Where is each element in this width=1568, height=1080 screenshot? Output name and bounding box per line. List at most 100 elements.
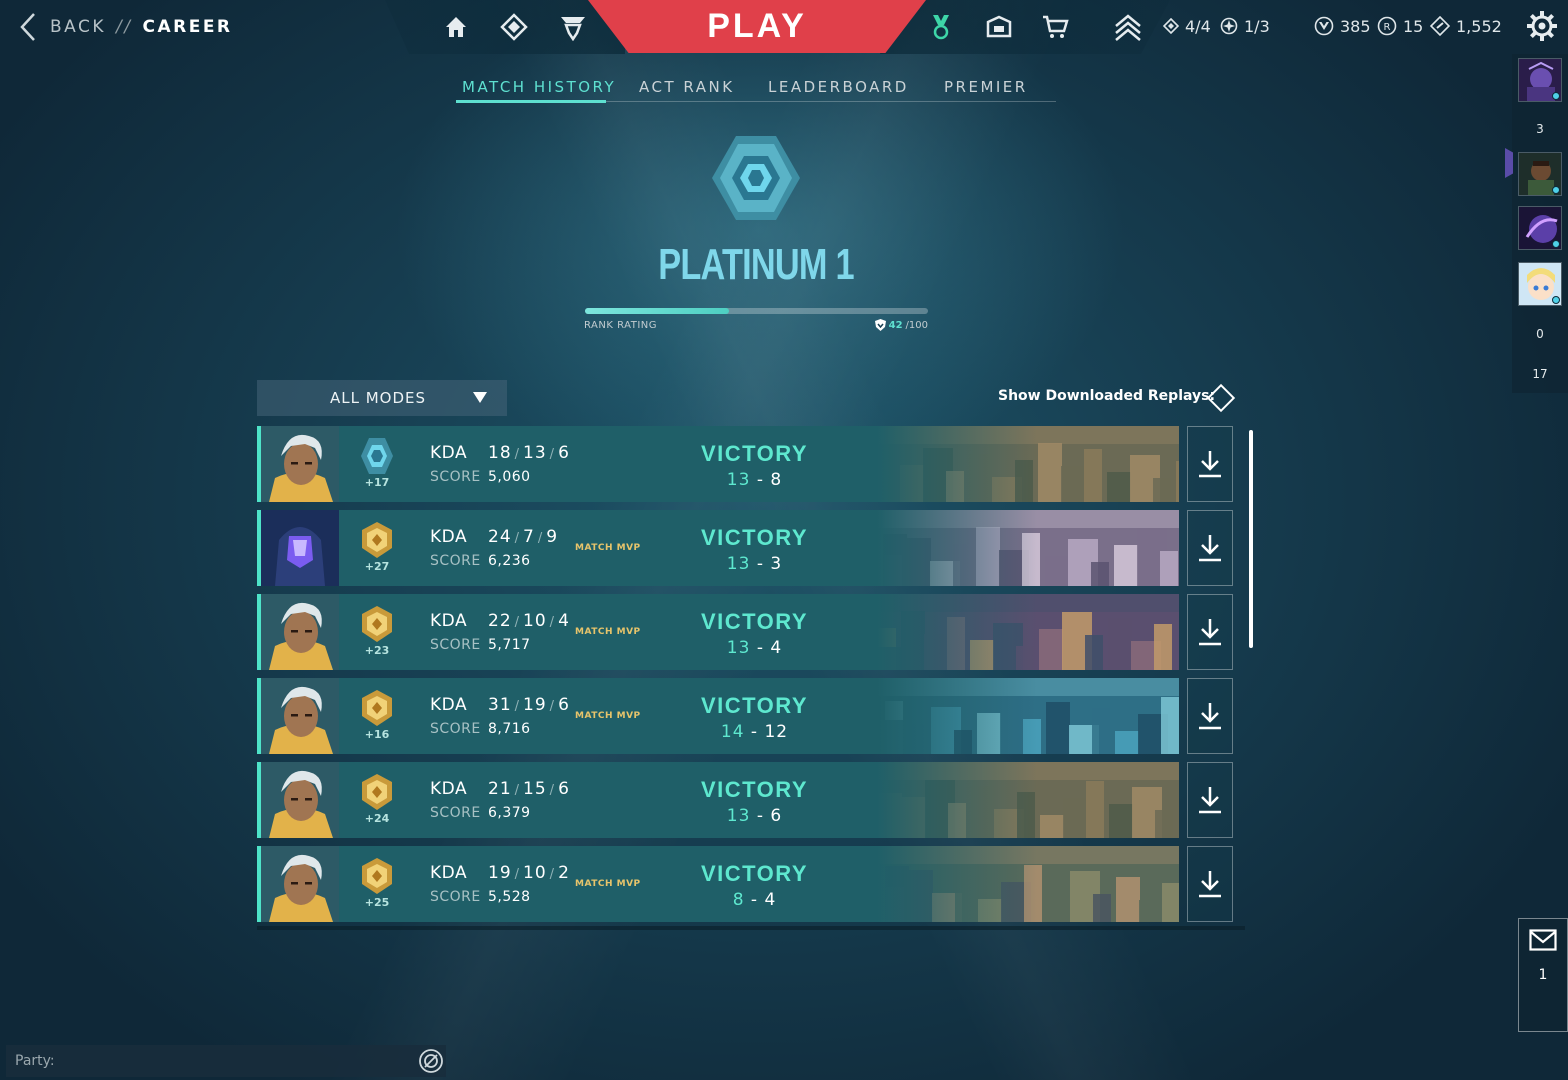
agents-icon[interactable] bbox=[558, 12, 588, 42]
round-score: 14 - 12 bbox=[677, 722, 832, 742]
rank-rating-bar bbox=[585, 308, 928, 314]
round-separator: - bbox=[750, 554, 771, 574]
kda-separator: / bbox=[549, 615, 556, 630]
collection-icon[interactable] bbox=[499, 12, 529, 42]
kda-separator: / bbox=[514, 447, 521, 462]
match-row[interactable]: +17 KDA 18/13/6 SCORE 5,060 VICTORY 13 - 8 bbox=[257, 426, 1179, 502]
missions-counter[interactable]: 4/4 bbox=[1163, 14, 1211, 38]
svg-text:R: R bbox=[1384, 22, 1391, 33]
tab-premier[interactable]: PREMIER bbox=[944, 78, 1028, 96]
kda-value: 21/15/6 bbox=[488, 779, 570, 799]
selected-friend-marker bbox=[1505, 148, 1513, 178]
kda-separator: / bbox=[514, 531, 521, 546]
download-replay-button[interactable] bbox=[1187, 594, 1233, 670]
rounds-won: 13 bbox=[726, 554, 751, 574]
mail-button[interactable]: 1 bbox=[1518, 918, 1568, 1032]
friends-away-count: 0 bbox=[1536, 327, 1544, 341]
valorant-points-value: 385 bbox=[1340, 16, 1371, 36]
match-row[interactable]: +24 KDA 21/15/6 SCORE 6,379 VICTORY 13 - 6 bbox=[257, 762, 1179, 838]
deaths: 10 bbox=[523, 611, 547, 631]
friend-avatar[interactable] bbox=[1518, 262, 1562, 306]
tab-leaderboard[interactable]: LEADERBOARD bbox=[768, 78, 909, 96]
download-replay-button[interactable] bbox=[1187, 678, 1233, 754]
score-value: 5,528 bbox=[488, 889, 531, 905]
download-icon bbox=[1199, 703, 1221, 730]
store-icon[interactable] bbox=[1040, 12, 1070, 42]
friend-avatar[interactable] bbox=[1518, 152, 1562, 196]
rounds-won: 13 bbox=[726, 806, 751, 826]
page-title: CAREER bbox=[142, 17, 233, 37]
career-tabs: MATCH HISTORY ACT RANK LEADERBOARD PREMI… bbox=[456, 74, 1056, 103]
download-icon bbox=[1199, 787, 1221, 814]
kda-label: KDA bbox=[430, 527, 468, 547]
mail-icon bbox=[1529, 929, 1557, 951]
gear-icon[interactable] bbox=[1526, 10, 1558, 42]
chat-toggle-icon[interactable] bbox=[418, 1048, 444, 1074]
round-separator: - bbox=[750, 638, 771, 658]
round-score: 13 - 6 bbox=[677, 806, 832, 826]
kda-label: KDA bbox=[430, 443, 468, 463]
score-label: SCORE bbox=[430, 721, 481, 737]
rank-chevrons-icon[interactable] bbox=[1113, 12, 1143, 42]
assists: 6 bbox=[558, 779, 570, 799]
battlepass-icon[interactable] bbox=[926, 12, 956, 42]
deaths: 15 bbox=[523, 779, 547, 799]
chevron-left-icon bbox=[20, 13, 35, 41]
social-icon[interactable] bbox=[984, 12, 1014, 42]
match-list-scrollbar[interactable] bbox=[1249, 430, 1253, 648]
match-row[interactable]: +27 KDA 24/7/9 SCORE 6,236 MATCH MVP VICTORY 13… bbox=[257, 510, 1179, 586]
agent-portrait-iso bbox=[261, 510, 339, 586]
score-value: 5,717 bbox=[488, 637, 531, 653]
match-mvp-label: MATCH MVP bbox=[575, 711, 641, 721]
rounds-lost: 6 bbox=[770, 806, 783, 826]
match-row[interactable]: +16 KDA 31/19/6 SCORE 8,716 MATCH MVP VICTORY 1… bbox=[257, 678, 1179, 754]
deaths: 19 bbox=[523, 695, 547, 715]
assists: 4 bbox=[558, 611, 570, 631]
radianite-points[interactable]: R 15 bbox=[1377, 14, 1423, 38]
rr-gain: +16 bbox=[364, 728, 390, 741]
download-replay-button[interactable] bbox=[1187, 762, 1233, 838]
assists: 2 bbox=[558, 863, 570, 883]
back-button[interactable]: BACK // CAREER bbox=[18, 10, 233, 44]
kingdom-credits[interactable]: 1,552 bbox=[1430, 14, 1502, 38]
missions-value: 4/4 bbox=[1185, 16, 1211, 36]
friend-avatar[interactable] bbox=[1518, 206, 1562, 250]
top-nav-bar: BACK // CAREER PLAY 4/4 1/3 385 R 15 1,5… bbox=[0, 0, 1557, 54]
online-status-dot bbox=[1552, 240, 1560, 248]
kda-separator: / bbox=[514, 783, 521, 798]
match-row[interactable]: +23 KDA 22/10/4 SCORE 5,717 MATCH MVP VICTORY 1… bbox=[257, 594, 1179, 670]
match-row[interactable]: +25 KDA 19/10/2 SCORE 5,528 MATCH MVP VICTORY 8… bbox=[257, 846, 1179, 922]
weekly-counter[interactable]: 1/3 bbox=[1220, 14, 1270, 38]
download-replay-button[interactable] bbox=[1187, 426, 1233, 502]
valorant-points-icon bbox=[1314, 16, 1334, 36]
modes-dropdown[interactable]: ALL MODES bbox=[257, 380, 507, 416]
weekly-icon bbox=[1220, 17, 1238, 35]
rank-rating-label: RANK RATING bbox=[584, 320, 657, 331]
tab-match-history[interactable]: MATCH HISTORY bbox=[462, 78, 616, 96]
map-fade-overlay bbox=[877, 678, 1037, 754]
agent-portrait-neon bbox=[261, 762, 339, 838]
party-chat-input[interactable]: Party: bbox=[6, 1045, 446, 1077]
play-button[interactable]: PLAY bbox=[588, 0, 926, 53]
download-icon bbox=[1199, 871, 1221, 898]
download-replay-button[interactable] bbox=[1187, 846, 1233, 922]
match-result: VICTORY bbox=[700, 693, 809, 718]
kda-label: KDA bbox=[430, 779, 468, 799]
match-result: VICTORY bbox=[700, 525, 809, 550]
gold-rank-badge-icon bbox=[362, 690, 392, 726]
kda-label: KDA bbox=[430, 695, 468, 715]
map-fade-overlay bbox=[877, 846, 1037, 922]
match-mvp-label: MATCH MVP bbox=[575, 879, 641, 889]
rr-gain: +25 bbox=[364, 896, 390, 909]
valorant-points[interactable]: 385 bbox=[1314, 14, 1371, 38]
download-replay-button[interactable] bbox=[1187, 510, 1233, 586]
rounds-lost: 3 bbox=[770, 554, 783, 574]
tab-act-rank[interactable]: ACT RANK bbox=[639, 78, 735, 96]
weekly-value: 1/3 bbox=[1244, 16, 1270, 36]
home-icon[interactable] bbox=[441, 12, 471, 42]
friend-avatar[interactable] bbox=[1518, 58, 1562, 102]
rounds-lost: 4 bbox=[770, 638, 783, 658]
match-result: VICTORY bbox=[700, 861, 809, 886]
score-label: SCORE bbox=[430, 469, 481, 485]
radianite-icon: R bbox=[1377, 16, 1397, 36]
